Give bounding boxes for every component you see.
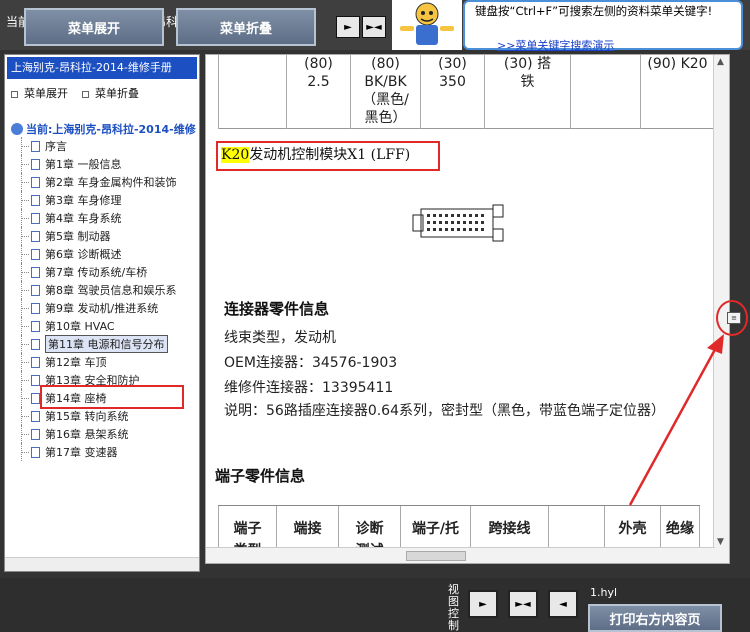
tree-item-ch1[interactable]: 第1章 一般信息 <box>17 155 197 173</box>
connector-section-heading: K20发动机控制模块X1 (LFF) <box>216 141 440 171</box>
view-split-button[interactable]: ►◄ <box>508 590 538 618</box>
scroll-thumb[interactable] <box>406 551 466 561</box>
oem-connector: OEM连接器：34576-1903 <box>224 355 398 371</box>
left-horizontal-scrollbar[interactable] <box>5 557 199 571</box>
document-icon <box>31 428 40 440</box>
book-icon <box>11 123 23 135</box>
collapse-icon <box>82 90 89 98</box>
document-icon <box>31 410 40 422</box>
document-icon <box>31 302 40 314</box>
document-icon <box>31 284 40 296</box>
menu-expand-button[interactable]: 菜单展开 <box>24 8 164 46</box>
mascot-icon <box>392 0 462 50</box>
terminal-info-title: 端子零件信息 <box>215 467 306 485</box>
tree-item-ch3[interactable]: 第3章 车身修理 <box>17 191 197 209</box>
scroll-down-icon[interactable]: ▼ <box>717 537 724 547</box>
document-icon <box>31 356 40 368</box>
tree-controls: 菜单展开 菜单折叠 <box>11 85 139 101</box>
function-cell: (30) 搭 铁 <box>484 55 570 129</box>
tree-item-ch10[interactable]: 第10章 HVAC <box>17 317 197 335</box>
document-icon <box>31 212 40 224</box>
document-icon <box>31 374 40 386</box>
tree-item-ch7[interactable]: 第7章 传动系统/车桥 <box>17 263 197 281</box>
menu-collapse-button[interactable]: 菜单折叠 <box>176 8 316 46</box>
document-icon <box>31 158 40 170</box>
tree-item-ch8[interactable]: 第8章 驾驶员信息和娱乐系 <box>17 281 197 299</box>
wire-table-fragment: (80) 2.5 (80) BK/BK （黑色/ 黑色） (30) 350 (3… <box>218 55 728 129</box>
document-icon <box>31 194 40 206</box>
document-icon <box>31 338 40 350</box>
tree-item-ch17[interactable]: 第17章 变速器 <box>17 443 197 461</box>
manual-title: 上海别克-昂科拉-2014-维修手册 <box>7 57 197 79</box>
menu-panel: 上海别克-昂科拉-2014-维修手册 菜单展开 菜单折叠 当前:上海别克-昂科拉… <box>4 54 200 572</box>
harness-type: 线束类型，发动机 <box>224 330 336 346</box>
view-next-button[interactable]: ► <box>468 590 498 618</box>
chapter-tree: 序言 第1章 一般信息 第2章 车身金属构件和装饰 第3章 车身修理 第4章 车… <box>17 137 197 461</box>
tip-text: 键盘按“Ctrl+F”可搜索左侧的资料菜单关键字! <box>475 4 713 18</box>
tree-item-ch4[interactable]: 第4章 车身系统 <box>17 209 197 227</box>
tree-item-ch6[interactable]: 第6章 诊断概述 <box>17 245 197 263</box>
component-title: 发动机控制模块X1 (LFF) <box>249 147 411 163</box>
tree-item-ch5[interactable]: 第5章 制动器 <box>17 227 197 245</box>
document-icon <box>31 176 40 188</box>
document-icon <box>31 266 40 278</box>
wire-color-cell: (80) BK/BK （黑色/ 黑色） <box>350 55 420 129</box>
service-connector: 维修件连接器：13395411 <box>224 380 394 396</box>
tree-item-preface[interactable]: 序言 <box>17 137 197 155</box>
tree-item-ch16[interactable]: 第16章 悬架系统 <box>17 425 197 443</box>
tree-item-ch15[interactable]: 第15章 转向系统 <box>17 407 197 425</box>
view-prev-button[interactable]: ◄ <box>548 590 578 618</box>
tree-expand-link[interactable]: 菜单展开 <box>11 85 68 101</box>
tree-item-ch2[interactable]: 第2章 车身金属构件和装饰 <box>17 173 197 191</box>
connector-note: 说明：56路插座连接器0.64系列，密封型（黑色，带蓝色端子定位器） <box>224 403 665 419</box>
document-icon <box>31 446 40 458</box>
content-pane: (80) 2.5 (80) BK/BK （黑色/ 黑色） (30) 350 (3… <box>205 54 730 564</box>
location-cell: (90) K20 <box>640 55 714 129</box>
tip-box: 键盘按“Ctrl+F”可搜索左侧的资料菜单关键字! >>菜单关键字搜索演示 <box>463 0 743 53</box>
content-horizontal-scrollbar[interactable] <box>206 547 715 563</box>
document-icon <box>31 392 40 404</box>
tree-item-ch12[interactable]: 第12章 车顶 <box>17 353 197 371</box>
tree-root[interactable]: 当前:上海别克-昂科拉-2014-维修 <box>11 121 197 137</box>
hyl-label: 1.hyl <box>590 586 618 599</box>
document-icon <box>31 140 40 152</box>
component-code: K20 <box>221 147 250 163</box>
tree-item-ch11[interactable]: 第11章 电源和信号分布 <box>17 335 197 353</box>
print-content-button[interactable]: 打印右方内容页 <box>588 604 722 632</box>
connector-image <box>412 204 504 242</box>
document-icon <box>31 320 40 332</box>
wire-size-cell: (80) 2.5 <box>286 55 350 129</box>
tree-item-ch9[interactable]: 第9章 发动机/推进系统 <box>17 299 197 317</box>
expand-icon <box>11 90 18 98</box>
document-icon <box>31 248 40 260</box>
connector-info-title: 连接器零件信息 <box>224 300 330 318</box>
circuit-cell: (30) 350 <box>420 55 484 129</box>
annotation-circle <box>716 300 748 336</box>
scroll-up-icon[interactable]: ▲ <box>717 57 724 67</box>
document-icon <box>31 230 40 242</box>
next-page-button[interactable]: ► <box>336 16 360 38</box>
annotation-box-chapter <box>40 385 184 409</box>
search-demo-link[interactable]: >>菜单关键字搜索演示 <box>497 37 614 53</box>
split-view-button[interactable]: ►◄ <box>362 16 386 38</box>
tree-collapse-link[interactable]: 菜单折叠 <box>82 85 139 101</box>
view-control-label: 视图控制 <box>448 583 459 632</box>
nav-buttons: ► ►◄ <box>336 16 386 38</box>
